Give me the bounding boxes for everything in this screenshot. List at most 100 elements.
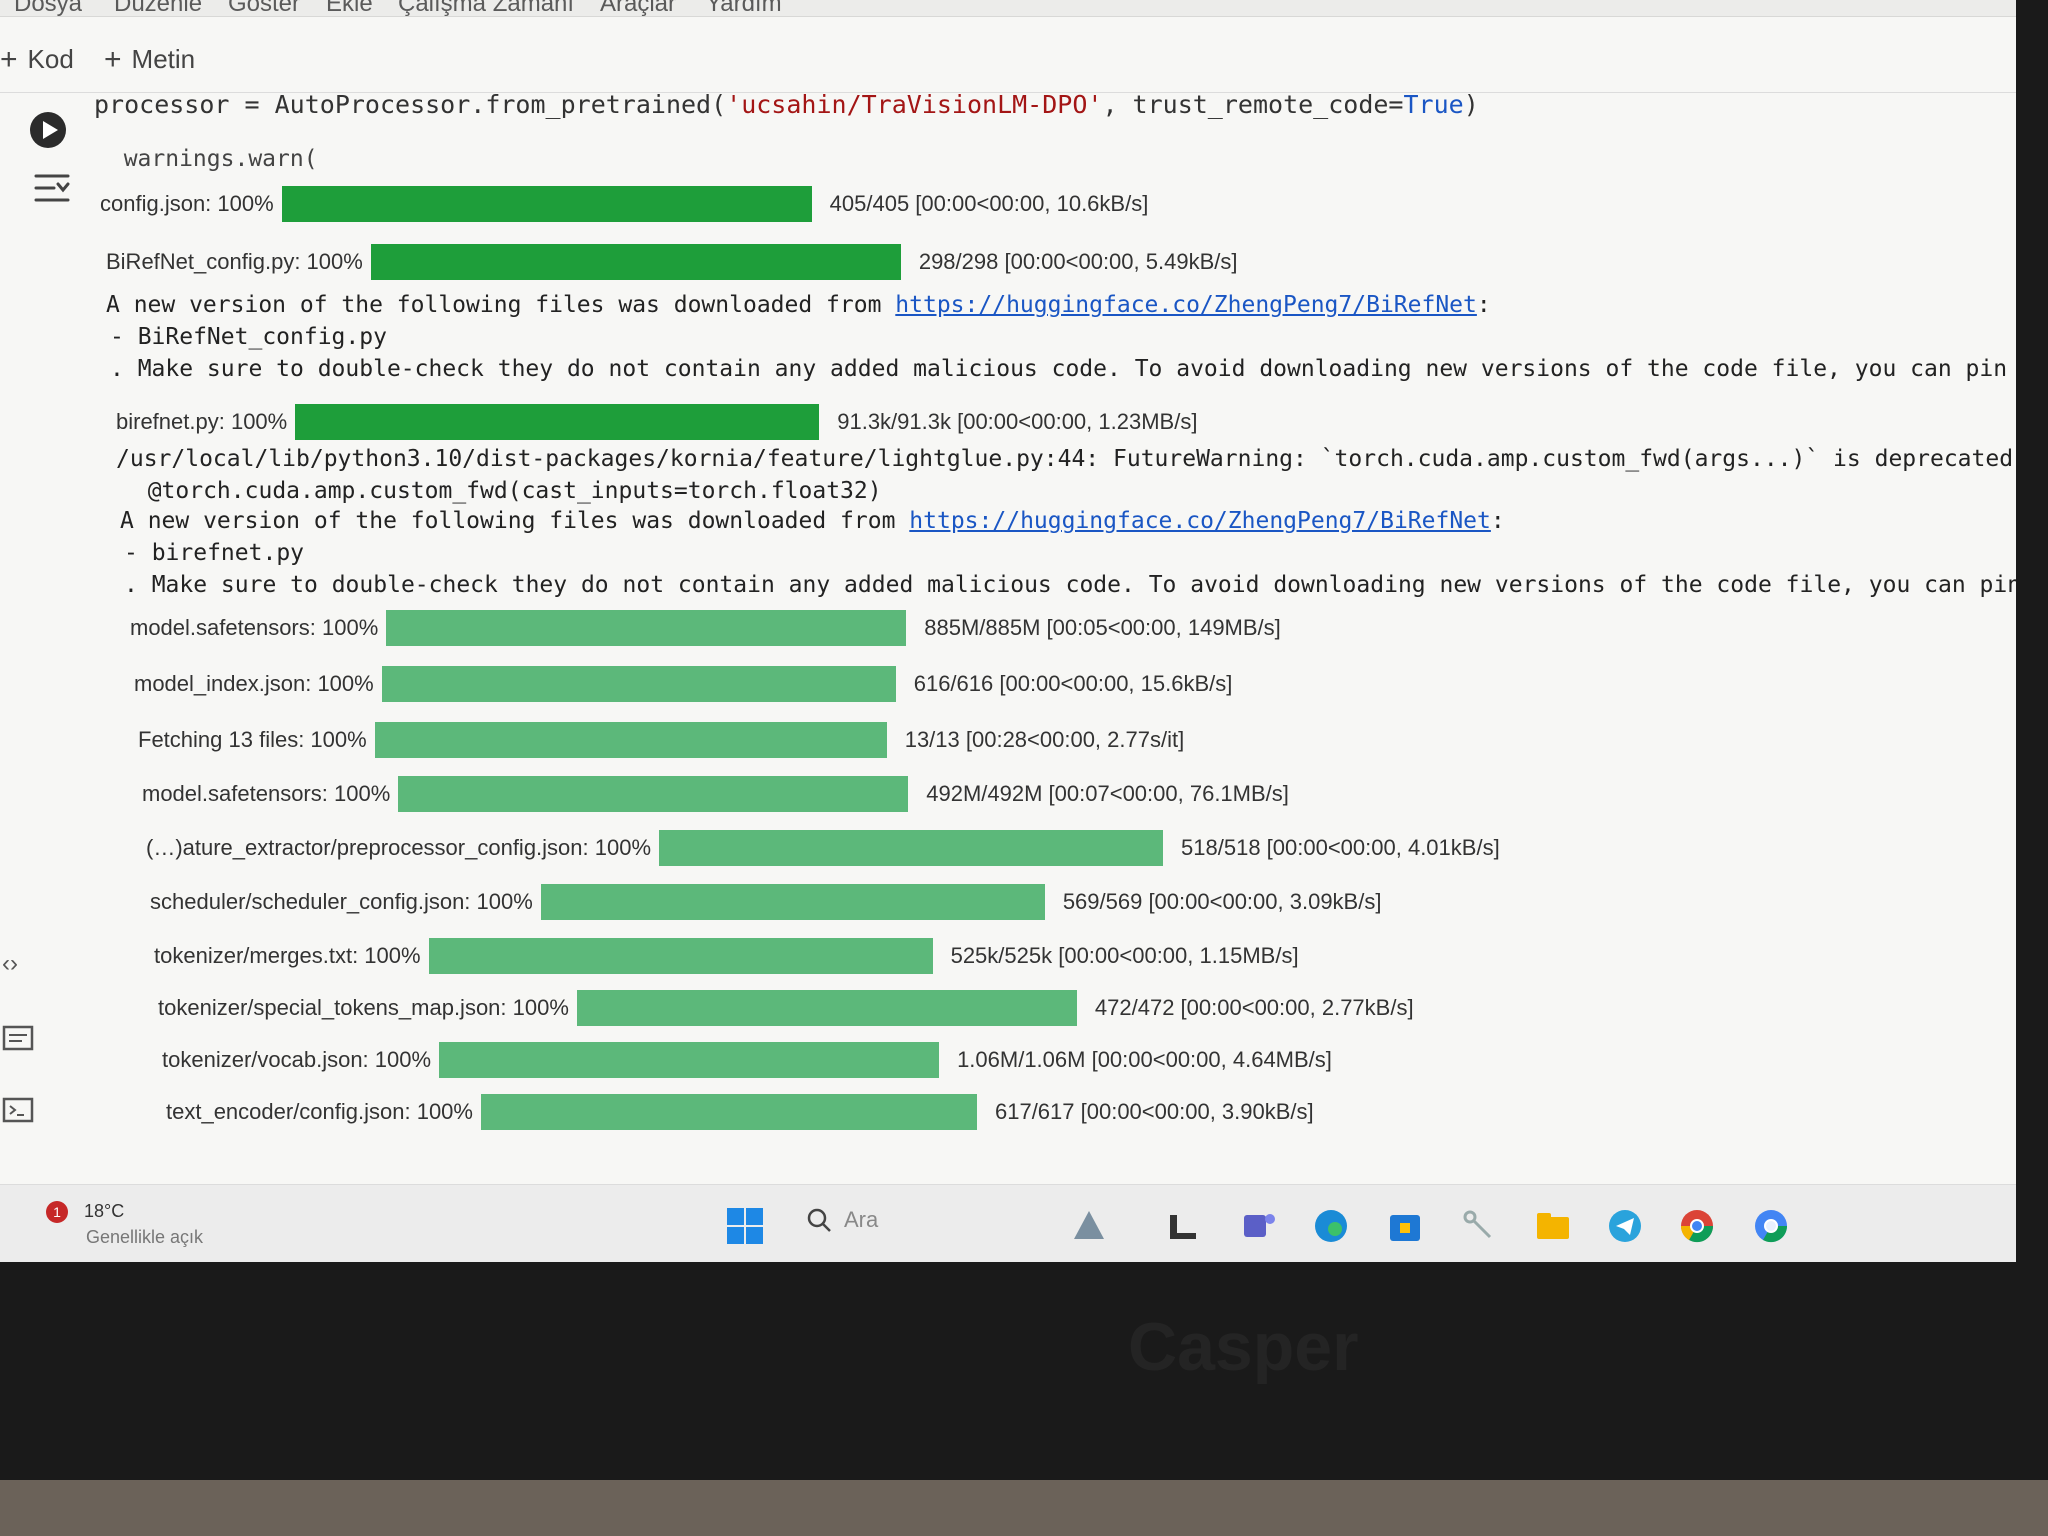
notification-badge: 1 [46, 1201, 68, 1223]
menu-runtime[interactable]: Çalışma Zamanı [398, 0, 574, 18]
code-snippets-icon[interactable]: ‹› [2, 950, 34, 978]
huggingface-link-1[interactable]: https://huggingface.co/ZhengPeng7/BiRefN… [895, 292, 1477, 318]
progress-row: Fetching 13 files: 100% 13/13 [00:28<00:0… [138, 720, 1184, 760]
progress-stats: 1.06M/1.06M [00:00<00:00, 4.64MB/s] [957, 1047, 1332, 1072]
laptop-brand-logo: Casper [1128, 1309, 1359, 1385]
left-rail: ‹› [0, 940, 40, 1140]
progress-label: birefnet.py: 100% [116, 409, 288, 434]
notice-1-file: - BiRefNet_config.py [110, 324, 387, 350]
add-code-label: Kod [27, 44, 74, 74]
progress-bar [295, 404, 820, 440]
progress-fill [480, 1094, 977, 1130]
command-palette-icon[interactable] [2, 1024, 34, 1052]
progress-fill [281, 186, 812, 222]
telegram-icon[interactable] [1606, 1207, 1644, 1245]
progress-bar [386, 610, 907, 646]
progress-bar [439, 1042, 940, 1078]
search-icon [807, 1208, 831, 1232]
run-cell-button[interactable] [30, 112, 66, 148]
progress-fill [659, 830, 1164, 866]
teams-icon[interactable] [1240, 1207, 1278, 1245]
progress-bar [381, 666, 896, 702]
widgets-icon[interactable] [1070, 1207, 1108, 1245]
edge-icon[interactable] [1312, 1207, 1350, 1245]
progress-label: model.safetensors: 100% [130, 615, 379, 640]
chrome-icon[interactable] [1678, 1207, 1716, 1245]
progress-stats: 91.3k/91.3k [00:00<00:00, 1.23MB/s] [837, 409, 1198, 434]
file-manager-icon[interactable] [1164, 1207, 1202, 1245]
progress-bar [428, 938, 933, 974]
progress-stats: 616/616 [00:00<00:00, 15.6kB/s] [913, 671, 1233, 696]
output-toggle-icon[interactable] [32, 170, 72, 206]
progress-bar [480, 1094, 977, 1130]
progress-stats: 472/472 [00:00<00:00, 2.77kB/s] [1094, 995, 1414, 1020]
progress-label: model.safetensors: 100% [142, 781, 391, 806]
menu-insert[interactable]: Ekle [326, 0, 373, 18]
plus-icon: + [0, 42, 18, 76]
progress-stats: 405/405 [00:00<00:00, 10.6kB/s] [829, 191, 1149, 216]
notice-2-colon: : [1490, 508, 1505, 534]
code-line[interactable]: processor = AutoProcessor.from_pretraine… [94, 90, 1479, 119]
taskbar-search[interactable]: Ara [806, 1207, 878, 1233]
progress-bar [576, 990, 1077, 1026]
notice-1: A new version of the following files was… [106, 292, 1491, 318]
menu-view[interactable]: Göster [228, 0, 300, 18]
progress-label: model_index.json: 100% [134, 671, 374, 696]
folder-icon[interactable] [1534, 1207, 1572, 1245]
progress-row: scheduler/scheduler_config.json: 100% 569… [150, 882, 1381, 922]
progress-label: tokenizer/merges.txt: 100% [154, 943, 421, 968]
menu-tools[interactable]: Araçlar [600, 0, 676, 18]
progress-stats: 525k/525k [00:00<00:00, 1.15MB/s] [950, 943, 1299, 968]
progress-stats: 13/13 [00:28<00:00, 2.77s/it] [904, 727, 1185, 752]
progress-label: text_encoder/config.json: 100% [166, 1099, 473, 1124]
notice-1-text: A new version of the following files was… [106, 292, 896, 318]
notice-2-body: . Make sure to double-check they do not … [124, 572, 2016, 598]
add-text-label: Metin [131, 44, 196, 74]
notice-1-colon: : [1476, 292, 1491, 318]
progress-bar [281, 186, 812, 222]
progress-stats: 492M/492M [00:07<00:00, 76.1MB/s] [926, 781, 1289, 806]
notice-1-body: . Make sure to double-check they do not … [110, 356, 2016, 382]
progress-label: (…)ature_extractor/preprocessor_config.j… [146, 835, 652, 860]
progress-row: config.json: 100% 405/405 [00:00<00:00, 1… [100, 184, 1148, 224]
progress-fill [398, 776, 909, 812]
progress-fill [428, 938, 933, 974]
chrome-profile-icon[interactable] [1752, 1207, 1790, 1245]
add-code-button[interactable]: + Kod [0, 44, 74, 75]
weather-description: Genellikle açık [86, 1227, 204, 1247]
progress-fill [439, 1042, 940, 1078]
progress-stats: 298/298 [00:00<00:00, 5.49kB/s] [918, 249, 1238, 274]
progress-fill [386, 610, 907, 646]
progress-row: birefnet.py: 100% 91.3k/91.3k [00:00<00:0… [116, 402, 1197, 442]
store-icon[interactable] [1386, 1207, 1424, 1245]
add-text-button[interactable]: + Metin [104, 44, 195, 75]
huggingface-link-2[interactable]: https://huggingface.co/ZhengPeng7/BiRefN… [909, 508, 1491, 534]
code-end: ) [1463, 90, 1479, 119]
windows-taskbar: 1 18°C Genellikle açık Ara [0, 1184, 2016, 1262]
progress-label: scheduler/scheduler_config.json: 100% [150, 889, 533, 914]
progress-row: model_index.json: 100% 616/616 [00:00<00:… [134, 664, 1232, 704]
progress-row: model.safetensors: 100% 492M/492M [00:07<… [142, 774, 1289, 814]
plus-icon: + [104, 42, 122, 76]
start-icon[interactable] [726, 1207, 764, 1245]
notice-2-file: - birefnet.py [124, 540, 305, 566]
snipping-tool-icon[interactable] [1460, 1207, 1498, 1245]
temperature: 18°C [84, 1201, 125, 1221]
menu-edit[interactable]: Düzenle [114, 0, 202, 18]
decorator-line: @torch.cuda.amp.custom_fwd(cast_inputs=t… [120, 478, 882, 504]
menu-help[interactable]: Yardım [706, 0, 782, 18]
progress-row: tokenizer/merges.txt: 100% 525k/525k [00:… [154, 936, 1299, 976]
progress-label: tokenizer/vocab.json: 100% [162, 1047, 432, 1072]
warnings-line: warnings.warn( [96, 146, 318, 172]
progress-row: tokenizer/special_tokens_map.json: 100% 4… [158, 988, 1414, 1028]
progress-fill [381, 666, 896, 702]
progress-stats: 518/518 [00:00<00:00, 4.01kB/s] [1181, 835, 1500, 860]
menu-file[interactable]: Dosya [14, 0, 82, 18]
progress-stats: 885M/885M [00:05<00:00, 149MB/s] [924, 615, 1281, 640]
terminal-icon[interactable] [2, 1096, 34, 1124]
progress-bar [370, 244, 901, 280]
progress-bar [659, 830, 1164, 866]
notebook-toolbar: + Kod + Metin [0, 30, 2016, 93]
search-placeholder: Ara [844, 1207, 879, 1232]
notice-2-text: A new version of the following files was… [120, 508, 910, 534]
